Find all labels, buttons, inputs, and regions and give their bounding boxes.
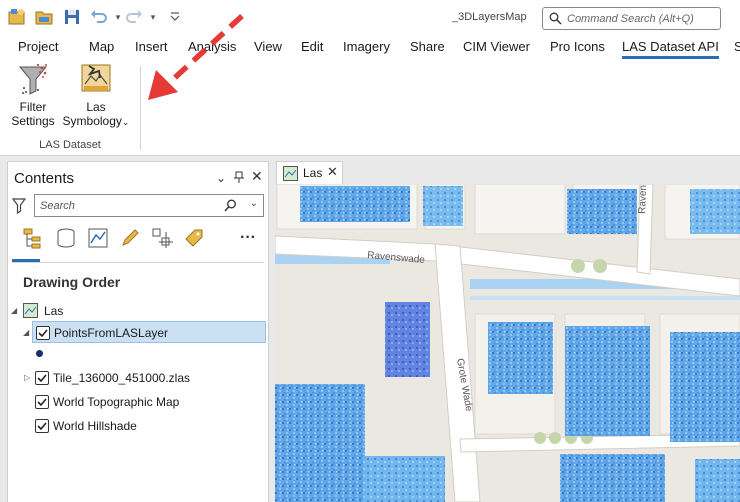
- las-symbology-button[interactable]: Las Symbology⌄: [60, 62, 132, 129]
- command-search-input[interactable]: [567, 10, 717, 27]
- layer-visibility-checkbox[interactable]: [36, 326, 50, 340]
- layer-visibility-checkbox[interactable]: [35, 371, 49, 385]
- map-drawing: Ravenswade Grote Wade Raven: [275, 184, 740, 502]
- open-project-icon[interactable]: [35, 8, 53, 26]
- drawing-order-heading: Drawing Order: [23, 274, 121, 290]
- tab-share[interactable]: Share: [410, 39, 445, 54]
- annotation-arrow: [140, 10, 250, 108]
- tab-cim-viewer[interactable]: CIM Viewer: [463, 39, 530, 54]
- layer-label: Tile_136000_451000.zlas: [53, 371, 190, 385]
- list-by-source-icon[interactable]: [54, 226, 78, 250]
- tab-project[interactable]: Project: [18, 39, 58, 54]
- layer-visibility-checkbox[interactable]: [35, 419, 49, 433]
- contents-pane: Contents ⌄ ✕ ⌄ ···: [7, 161, 269, 502]
- contents-search-input[interactable]: [40, 198, 210, 214]
- filter-settings-icon: [15, 62, 51, 96]
- chevron-down-icon: ⌄: [121, 117, 130, 127]
- layer-world-topographic-map[interactable]: World Topographic Map: [8, 391, 268, 413]
- app-title: _3DLayersMap: [452, 11, 527, 23]
- save-project-icon[interactable]: [63, 8, 81, 26]
- pane-options-icon[interactable]: ⌄: [216, 171, 226, 185]
- more-options-icon[interactable]: ···: [236, 226, 260, 250]
- filter-settings-button[interactable]: Filter Settings: [8, 62, 58, 128]
- las-symbology-icon: [78, 62, 114, 96]
- layer-points-from-las[interactable]: ◢ PointsFromLASLayer: [23, 321, 266, 343]
- list-by-editing-icon[interactable]: [118, 226, 142, 250]
- filter-settings-label-2: Settings: [11, 114, 55, 128]
- map-canvas[interactable]: Ravenswade Grote Wade Raven: [275, 184, 740, 502]
- list-by-labeling-icon[interactable]: [182, 226, 206, 250]
- pin-icon[interactable]: [234, 171, 244, 186]
- chevron-down-icon[interactable]: ⌄: [250, 198, 258, 209]
- tab-pro-icons[interactable]: Pro Icons: [550, 39, 605, 54]
- filter-icon[interactable]: [11, 198, 27, 217]
- tab-view[interactable]: View: [254, 39, 282, 54]
- contents-search[interactable]: ⌄: [34, 194, 264, 217]
- map-icon: [23, 303, 38, 321]
- map-icon: [283, 166, 298, 184]
- map-view-tab[interactable]: Las ✕: [276, 161, 343, 184]
- list-by-snapping-icon[interactable]: [150, 226, 174, 250]
- view-toolbar-divider: [12, 262, 264, 263]
- layer-visibility-checkbox[interactable]: [35, 395, 49, 409]
- layer-label: Las: [44, 304, 64, 318]
- search-icon[interactable]: [224, 199, 237, 215]
- street-label-raven: Raven: [637, 185, 649, 214]
- collapse-icon[interactable]: ◢: [23, 328, 29, 337]
- layer-world-hillshade[interactable]: World Hillshade: [8, 415, 268, 437]
- las-symbology-label-2: Symbology: [62, 114, 122, 128]
- new-project-icon[interactable]: [8, 8, 26, 26]
- filter-settings-label-1: Filter: [19, 100, 47, 114]
- layer-label: World Hillshade: [53, 419, 137, 433]
- layer-label: PointsFromLASLayer: [54, 326, 169, 340]
- list-by-drawing-order-icon[interactable]: [22, 226, 46, 250]
- tab-edit[interactable]: Edit: [301, 39, 323, 54]
- contents-title: Contents: [14, 170, 75, 187]
- contents-view-toolbar: ···: [22, 226, 262, 256]
- tab-imagery[interactable]: Imagery: [343, 39, 390, 54]
- close-icon[interactable]: ✕: [327, 164, 338, 180]
- layer-las-map[interactable]: ◢ Las: [8, 300, 268, 322]
- list-by-selection-icon[interactable]: [86, 226, 110, 250]
- command-search[interactable]: [542, 7, 721, 30]
- tab-las-dataset-api[interactable]: LAS Dataset API: [622, 39, 719, 59]
- ribbon-tabs: Project Map Insert Analysis View Edit Im…: [0, 36, 740, 60]
- point-symbol-icon: [36, 350, 43, 357]
- tab-map[interactable]: Map: [89, 39, 114, 54]
- search-icon: [549, 12, 562, 28]
- undo-icon[interactable]: [90, 8, 108, 26]
- close-icon[interactable]: ✕: [251, 168, 263, 185]
- tab-overflow[interactable]: S: [734, 39, 740, 54]
- layer-label: World Topographic Map: [53, 395, 180, 409]
- las-symbology-label-row: Symbology⌄: [60, 114, 132, 129]
- expand-icon[interactable]: ▷: [24, 373, 30, 382]
- ribbon: Filter Settings Las Symbology⌄ LAS Datas…: [0, 60, 740, 156]
- collapse-icon[interactable]: ◢: [11, 306, 17, 315]
- title-bar: ▾ ▾ _3DLayersMap: [0, 0, 740, 36]
- las-symbology-label-1: Las: [86, 100, 106, 114]
- map-tab-label: Las: [303, 166, 323, 180]
- layer-tile-zlas[interactable]: ▷ Tile_136000_451000.zlas: [8, 367, 268, 389]
- ribbon-group-label: LAS Dataset: [39, 139, 101, 151]
